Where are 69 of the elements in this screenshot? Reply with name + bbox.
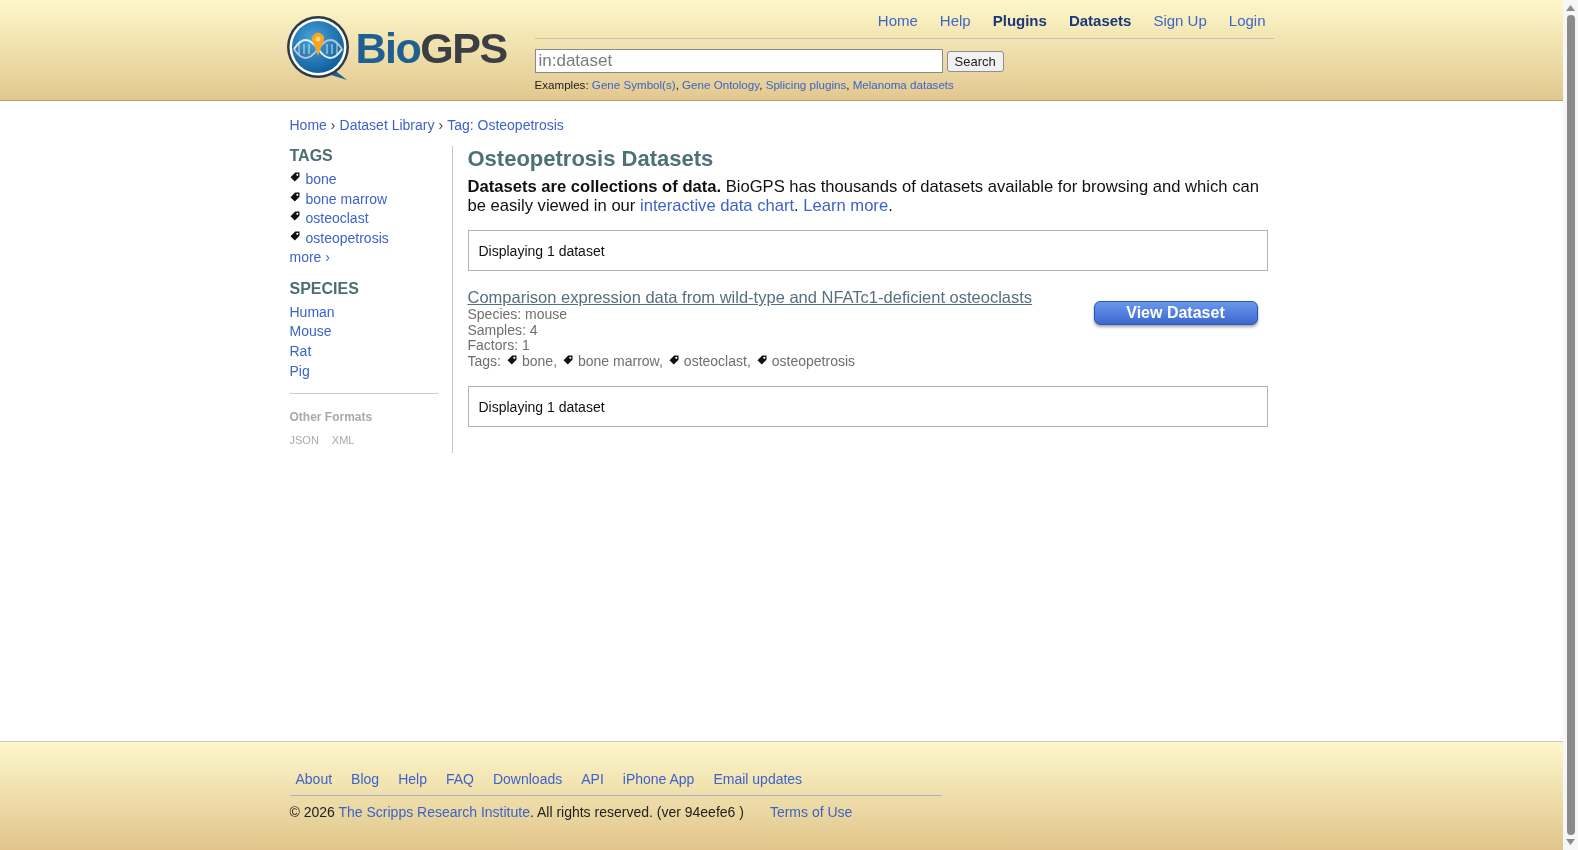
tag-link[interactable]: osteopetrosis: [305, 229, 389, 246]
result-count-bar: Displaying 1 dataset: [467, 386, 1268, 428]
more-link[interactable]: more ›: [289, 247, 330, 267]
scrollbar-thumb[interactable]: [1566, 15, 1575, 835]
nav-link[interactable]: Login: [1228, 12, 1266, 38]
footer-link[interactable]: Email updates: [713, 770, 803, 788]
dataset-meta: Species: mouse: [467, 307, 569, 323]
tag-icon: [756, 355, 767, 366]
species-link[interactable]: Mouse: [289, 323, 332, 340]
page-title: Osteopetrosis Datasets: [467, 146, 715, 172]
breadcrumb-link[interactable]: Dataset Library: [339, 116, 435, 134]
nav-link[interactable]: Home: [877, 12, 918, 38]
tag-link[interactable]: bone: [305, 170, 337, 187]
examples-text: Examples: Gene Symbol(s), Gene Ontology, Splicing plugins, Melanoma datasets: [534, 78, 955, 92]
nav-link[interactable]: Datasets: [1068, 12, 1132, 38]
tag-icon: [289, 211, 300, 222]
dataset-tag: osteopetrosis: [771, 353, 856, 370]
dataset-tag: osteoclast,: [683, 353, 751, 370]
tag-icon: [668, 355, 679, 366]
format-link[interactable]: XML: [331, 432, 355, 447]
copyright-text: © 2026 The Scripps Research Institute. All rights reserved. (ver 94eefe6 ): [289, 803, 744, 821]
tag-link[interactable]: osteoclast: [305, 210, 369, 227]
footer-link[interactable]: Help: [398, 770, 427, 788]
scroll-down-icon[interactable]: [1566, 839, 1575, 845]
formats-heading: Other Formats: [289, 408, 374, 425]
species-link[interactable]: Human: [289, 303, 335, 320]
dataset-tag: bone marrow,: [578, 353, 663, 370]
institute-link[interactable]: The Scripps Research Institute: [338, 804, 530, 820]
breadcrumb-separator: ›: [330, 116, 336, 134]
search-button[interactable]: Search: [946, 50, 1004, 72]
example-link[interactable]: Melanoma datasets: [852, 78, 954, 91]
tag-icon: [289, 171, 300, 182]
tags-label: Tags:: [467, 353, 501, 370]
footer-link[interactable]: Blog: [351, 770, 380, 788]
breadcrumb-link[interactable]: Tag: Osteopetrosis: [447, 116, 564, 134]
nav-link[interactable]: Plugins: [992, 12, 1047, 38]
footer-link[interactable]: About: [295, 770, 333, 788]
species-link[interactable]: Pig: [289, 362, 310, 379]
tag-link[interactable]: bone marrow: [305, 190, 388, 207]
footer-link[interactable]: API: [581, 770, 604, 788]
nav-link[interactable]: Help: [939, 12, 971, 38]
view-dataset-button[interactable]: View Dataset: [1093, 301, 1258, 325]
intro-text: Datasets are collections of data. BioGPS has thousands of datasets available for browsing and which can be easily viewed in our interactive data chart. Learn more.: [467, 177, 1260, 215]
dataset-meta: Samples: 4: [467, 322, 539, 339]
sidebar-heading: TAGS: [289, 146, 334, 166]
terms-link[interactable]: Terms of Use: [769, 803, 853, 821]
format-link[interactable]: JSON: [289, 432, 319, 447]
breadcrumb-link[interactable]: Home: [289, 116, 327, 134]
breadcrumb-separator: ›: [438, 116, 444, 134]
dataset-meta: Factors: 1: [467, 338, 531, 354]
scrollbar[interactable]: [1563, 0, 1578, 850]
scroll-up-icon[interactable]: [1566, 5, 1575, 11]
tag-icon: [563, 355, 573, 366]
dataset-title-link[interactable]: Comparison expression data from wild-type and NFATc1-deficient osteoclasts: [467, 288, 1033, 306]
footer-link[interactable]: Downloads: [492, 770, 563, 788]
tag-icon: [289, 230, 300, 241]
dataset-tag: bone,: [521, 353, 557, 370]
logo-text[interactable]: BioGPS: [355, 26, 507, 70]
nav-link[interactable]: Sign Up: [1153, 12, 1207, 38]
sidebar-heading: SPECIES: [289, 278, 360, 299]
search-field[interactable]: in:dataset: [534, 49, 943, 73]
species-link[interactable]: Rat: [289, 342, 312, 359]
intro-link[interactable]: Learn more: [803, 196, 889, 215]
tag-icon: [506, 355, 517, 366]
tag-icon: [289, 191, 300, 202]
example-link[interactable]: Gene Symbol(s): [591, 78, 676, 91]
result-count-bar: Displaying 1 dataset: [467, 230, 1268, 271]
footer-link[interactable]: FAQ: [445, 770, 474, 788]
footer-link[interactable]: iPhone App: [622, 770, 695, 788]
